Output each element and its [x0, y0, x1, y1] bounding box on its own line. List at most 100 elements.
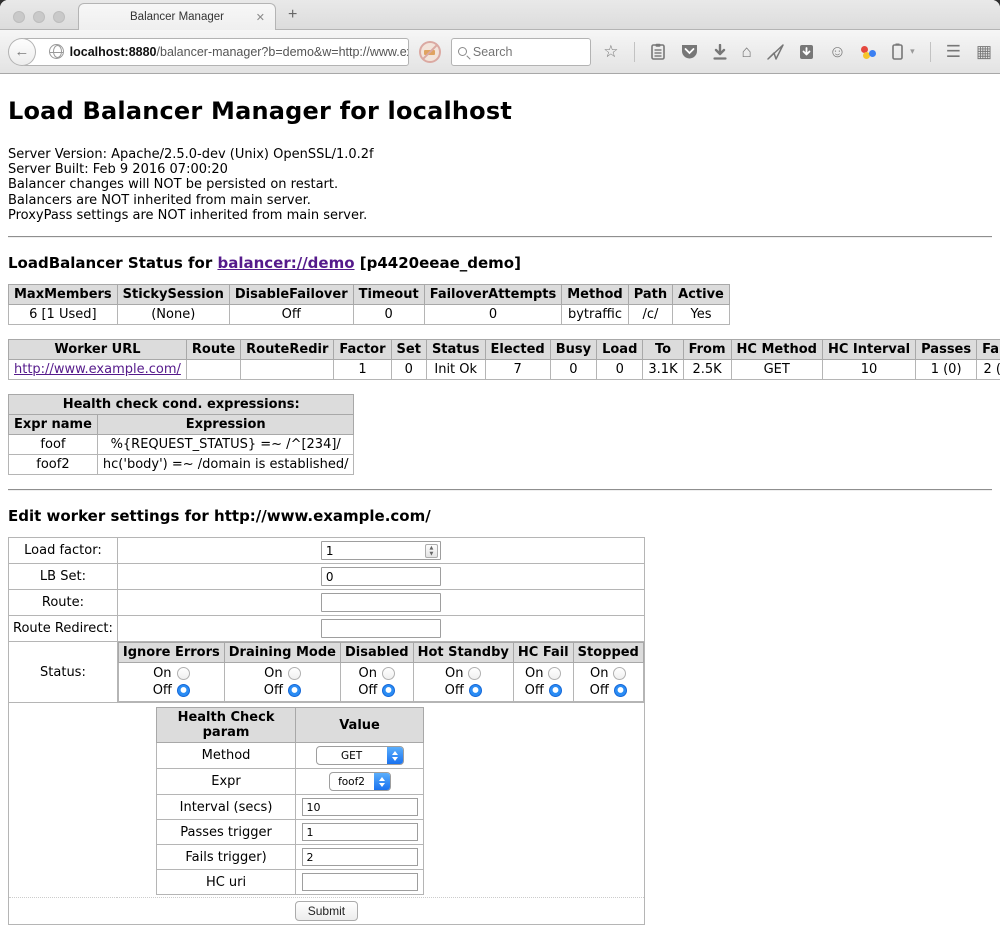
page-title: Load Balancer Manager for localhost — [8, 97, 992, 125]
hc-method-row: Method GET — [157, 743, 424, 769]
server-version-line: Server Version: Apache/2.5.0-dev (Unix) … — [8, 147, 992, 162]
home-icon[interactable]: ⌂ — [742, 43, 752, 60]
search-input[interactable] — [473, 45, 573, 59]
toolbar-separator — [634, 42, 635, 62]
worker-url-link[interactable]: http://www.example.com/ — [14, 362, 181, 377]
save-panel-icon[interactable] — [799, 44, 814, 60]
radio-on-label: On — [153, 665, 171, 682]
header-cell: RouteRedir — [241, 340, 334, 360]
radio-on-label: On — [359, 665, 377, 682]
balancer-demo-link[interactable]: balancer://demo — [217, 254, 354, 272]
clipboard-icon[interactable] — [650, 43, 666, 60]
expr-select[interactable]: foof2 — [329, 772, 391, 791]
pocket-icon[interactable] — [681, 44, 698, 60]
disabled-off-radio[interactable] — [382, 684, 395, 697]
hc-fail-on-radio[interactable] — [548, 667, 561, 680]
feedback-smiley-icon[interactable]: ☺ — [829, 43, 846, 60]
header-cell: Set — [391, 340, 426, 360]
ignore-errors-on-radio[interactable] — [177, 667, 190, 680]
site-identity-globe-icon[interactable] — [49, 44, 64, 59]
expr-row: foof %{REQUEST_STATUS} =~ /^[234]/ — [9, 435, 354, 455]
header-cell: Health Check param — [157, 708, 296, 743]
header-cell: Status — [426, 340, 485, 360]
submit-button[interactable]: Submit — [295, 901, 358, 921]
window-minimize-button[interactable] — [33, 11, 45, 23]
bookmark-star-icon[interactable]: ☆ — [603, 43, 618, 60]
header-cell: Disabled — [340, 643, 413, 663]
toolbar-separator-2 — [930, 42, 931, 62]
cell: 10 — [822, 360, 915, 380]
cell: /c/ — [628, 305, 672, 325]
draining-mode-off-radio[interactable] — [288, 684, 301, 697]
fails-input[interactable] — [302, 848, 418, 866]
header-cell: Expr name — [9, 415, 98, 435]
window-zoom-button[interactable] — [53, 11, 65, 23]
hc-passes-label: Passes trigger — [157, 820, 296, 845]
hot-standby-on-radio[interactable] — [468, 667, 481, 680]
radio-off-label: Off — [525, 682, 544, 699]
route-redirect-cell — [117, 616, 644, 642]
colors-addon-icon[interactable] — [861, 44, 877, 60]
method-select[interactable]: GET — [316, 746, 404, 765]
draining-mode-on-radio[interactable] — [288, 667, 301, 680]
header-cell: Ignore Errors — [118, 643, 224, 663]
header-cell: Path — [628, 285, 672, 305]
back-button[interactable]: ← — [8, 38, 36, 66]
form-row-load-factor: Load factor: ▲▼ — [9, 538, 645, 564]
url-bar[interactable]: localhost:8880/balancer-manager?b=demo&w… — [22, 38, 409, 66]
tab-close-icon[interactable]: ✕ — [256, 11, 265, 24]
hc-passes-cell — [296, 820, 424, 845]
radio-off-label: Off — [264, 682, 283, 699]
header-cell: Expression — [97, 415, 354, 435]
select-stepper-icon — [387, 747, 403, 764]
window-close-button[interactable] — [13, 11, 25, 23]
lb-set-input[interactable] — [321, 567, 441, 586]
search-bar[interactable] — [451, 38, 591, 66]
loadbalancer-status-heading: LoadBalancer Status for balancer://demo … — [8, 254, 992, 272]
cell: GET — [731, 360, 822, 380]
header-cell: Stopped — [573, 643, 643, 663]
device-battery-icon[interactable] — [892, 43, 903, 60]
route-redirect-input[interactable] — [321, 619, 441, 638]
server-built-line: Server Built: Feb 9 2016 07:00:20 — [8, 162, 992, 177]
load-factor-label: Load factor: — [9, 538, 118, 564]
load-factor-cell: ▲▼ — [117, 538, 644, 564]
stopped-off-radio[interactable] — [614, 684, 627, 697]
header-cell: DisableFailover — [229, 285, 353, 305]
hot-standby-off-radio[interactable] — [469, 684, 482, 697]
radio-on-label: On — [445, 665, 463, 682]
passes-input[interactable] — [302, 823, 418, 841]
new-tab-button[interactable]: + — [288, 6, 297, 24]
cell — [241, 360, 334, 380]
send-tab-icon[interactable] — [767, 44, 784, 60]
edit-worker-heading: Edit worker settings for http://www.exam… — [8, 507, 992, 525]
search-icon — [458, 47, 467, 56]
ignore-errors-off-radio[interactable] — [177, 684, 190, 697]
window-controls — [13, 11, 65, 23]
radio-off-label: Off — [590, 682, 609, 699]
hc-uri-input[interactable] — [302, 873, 418, 891]
number-stepper-icon[interactable]: ▲▼ — [425, 544, 438, 558]
status-cell: Ignore Errors Draining Mode Disabled Hot… — [117, 642, 644, 703]
stopped-on-radio[interactable] — [613, 667, 626, 680]
downloads-icon[interactable] — [713, 44, 727, 60]
tab-balancer-manager[interactable]: Balancer Manager ✕ — [78, 3, 276, 30]
tab-groups-grid-icon[interactable]: ▦ — [976, 43, 992, 60]
overflow-caret-icon[interactable]: ▾ — [910, 46, 915, 57]
header-cell: FailoverAttempts — [424, 285, 562, 305]
cell: 1 (0) — [916, 360, 977, 380]
hc-fail-off-radio[interactable] — [549, 684, 562, 697]
load-factor-input[interactable] — [321, 541, 441, 560]
header-cell: Method — [562, 285, 628, 305]
header-cell: Worker URL — [9, 340, 187, 360]
menu-hamburger-icon[interactable]: ☰ — [946, 43, 961, 60]
cell: 6 [1 Used] — [9, 305, 118, 325]
disabled-on-radio[interactable] — [382, 667, 395, 680]
edit-worker-form: Load factor: ▲▼ LB Set: Route: Route Red… — [8, 537, 645, 925]
url-text[interactable]: localhost:8880/balancer-manager?b=demo&w… — [70, 45, 409, 59]
cell: 0 — [424, 305, 562, 325]
content-block-icon[interactable] — [419, 41, 441, 63]
route-input[interactable] — [321, 593, 441, 612]
proxypass-notice-line: ProxyPass settings are NOT inherited fro… — [8, 208, 992, 223]
interval-input[interactable] — [302, 798, 418, 816]
